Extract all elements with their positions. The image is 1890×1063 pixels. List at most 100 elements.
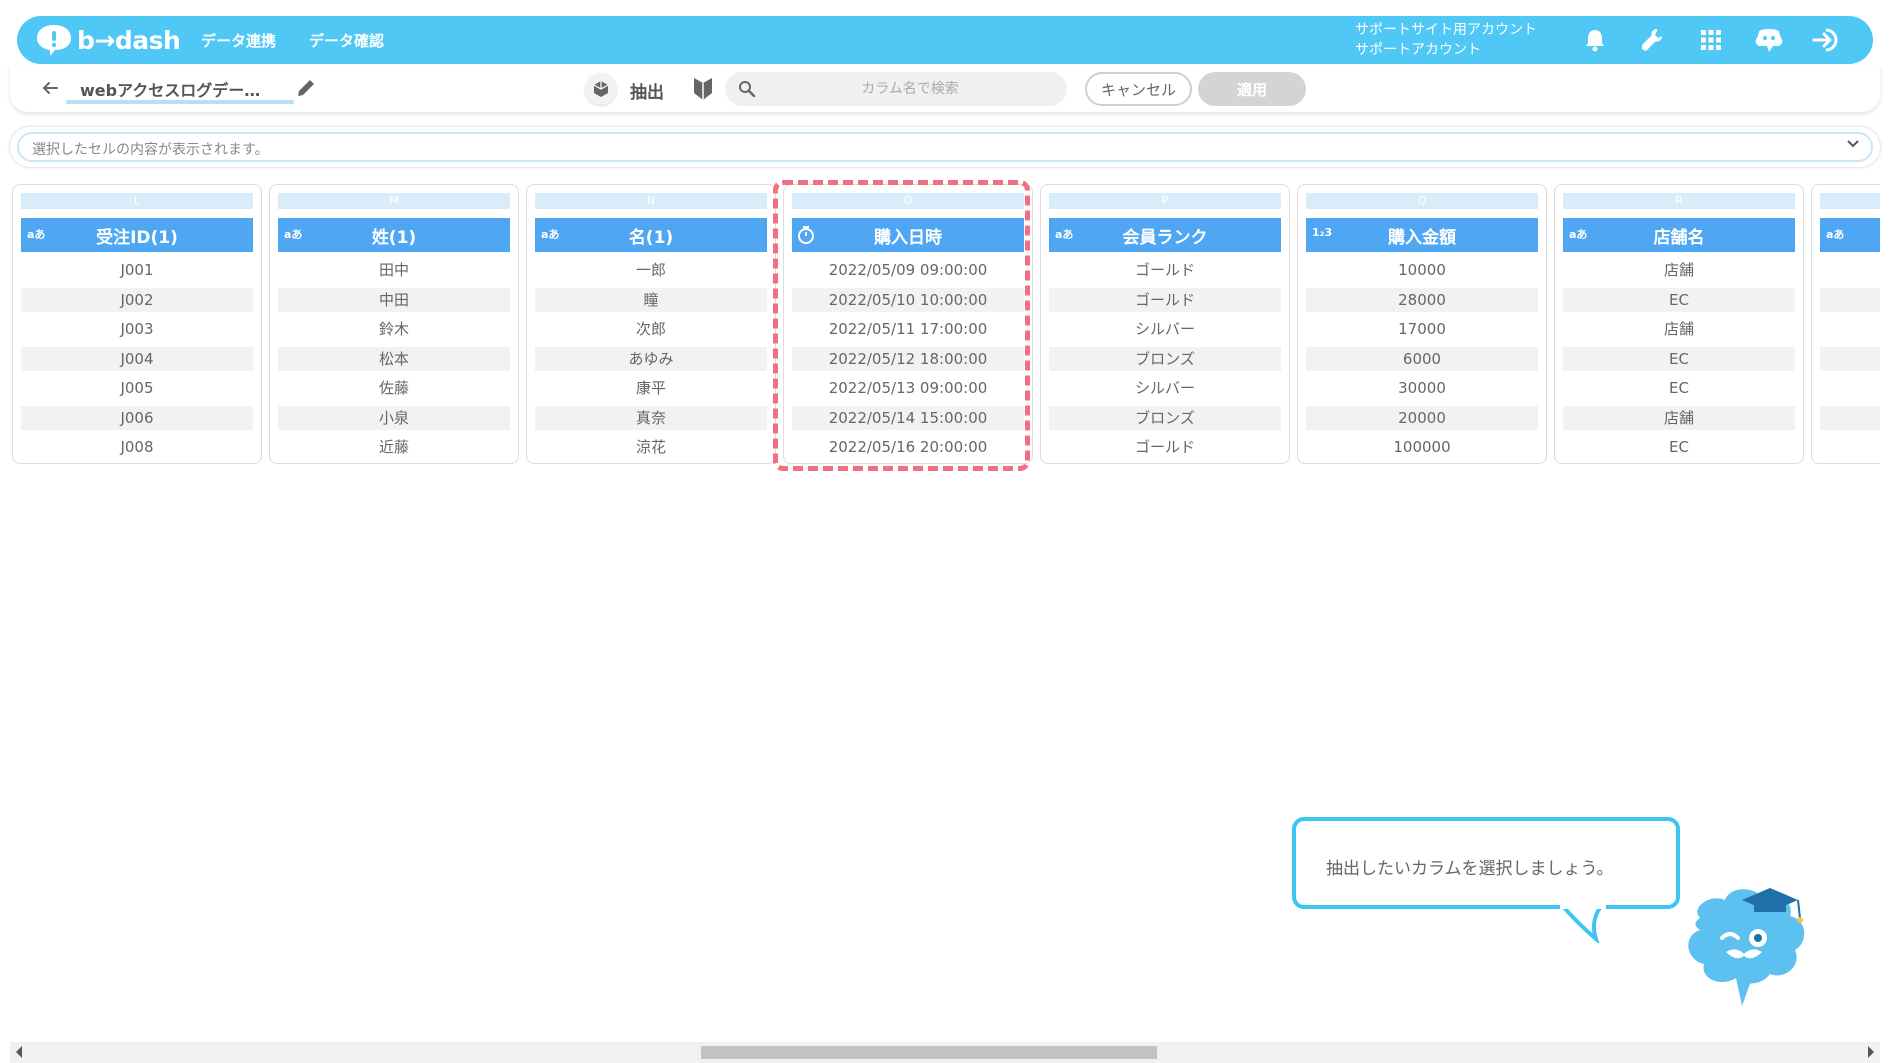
table-cell[interactable]: 2022/05/16 20:00:00	[792, 435, 1024, 459]
table-cell[interactable]: 店舗	[1563, 258, 1795, 282]
table-cell[interactable]: J005	[21, 376, 253, 400]
table-cell[interactable]: シルバー	[1049, 317, 1281, 341]
column-header[interactable]: 1₂3 購入金額	[1306, 218, 1538, 252]
table-cell[interactable]: 一郎	[535, 258, 767, 282]
scroll-thumb[interactable]	[701, 1046, 1157, 1059]
column-cells: ゴールド ゴールド シルバー ブロンズ シルバー ブロンズ ゴールド	[1049, 258, 1281, 464]
table-cell[interactable]: あゆみ	[535, 346, 767, 371]
table-cell[interactable]: 近藤	[278, 435, 510, 459]
table-cell[interactable]: ブロンズ	[1049, 405, 1281, 430]
column-card[interactable]: Raあ 店舗名 店舗 EC 店舗 EC EC 店舗 EC	[1554, 184, 1804, 464]
table-cell[interactable]: 鈴木	[278, 317, 510, 341]
table-cell[interactable]	[1820, 435, 1880, 459]
pencil-edit-icon[interactable]	[294, 76, 318, 100]
bell-icon[interactable]	[1577, 23, 1613, 57]
bdash-logo[interactable]: b→dash	[35, 22, 181, 58]
back-arrow-icon[interactable]	[38, 76, 62, 100]
table-cell[interactable]: 6000	[1306, 346, 1538, 371]
table-cell[interactable]: EC	[1563, 346, 1795, 371]
table-cell[interactable]: 20000	[1306, 405, 1538, 430]
table-cell[interactable]: 17000	[1306, 317, 1538, 341]
account-info[interactable]: サポートサイト用アカウント サポートアカウント	[1355, 20, 1537, 60]
data-name-title[interactable]: webアクセスログデー…	[80, 77, 260, 101]
table-cell[interactable]: 次郎	[535, 317, 767, 341]
table-cell[interactable]: 中田	[278, 287, 510, 312]
table-cell[interactable]: 康平	[535, 376, 767, 400]
table-cell[interactable]: 100000	[1306, 435, 1538, 459]
table-cell[interactable]: J004	[21, 346, 253, 371]
table-cell[interactable]: 真奈	[535, 405, 767, 430]
apps-grid-icon[interactable]	[1693, 23, 1729, 57]
table-cell[interactable]: ブロンズ	[1049, 346, 1281, 371]
column-header[interactable]: aあ 店舗名	[1563, 218, 1795, 252]
table-cell[interactable]	[1820, 287, 1880, 312]
table-cell[interactable]: 佐藤	[278, 376, 510, 400]
column-header[interactable]: aあ 会員ランク	[1049, 218, 1281, 252]
column-header[interactable]: 購入日時	[792, 218, 1024, 252]
nav-data-check[interactable]: データ確認	[309, 30, 384, 51]
wrench-icon[interactable]	[1635, 23, 1671, 57]
table-cell[interactable]: 2022/05/12 18:00:00	[792, 346, 1024, 371]
column-letter: P	[1049, 193, 1281, 209]
table-cell[interactable]: 涼花	[535, 435, 767, 459]
table-cell[interactable]: 2022/05/09 09:00:00	[792, 258, 1024, 282]
column-cells: 店舗 EC 店舗 EC EC 店舗 EC	[1563, 258, 1795, 464]
table-cell[interactable]: 田中	[278, 258, 510, 282]
table-cell[interactable]: J003	[21, 317, 253, 341]
table-cell[interactable]	[1820, 376, 1880, 400]
beginner-guide-icon[interactable]	[690, 75, 716, 103]
column-header[interactable]: aあ	[1820, 218, 1880, 252]
table-cell[interactable]: 30000	[1306, 376, 1538, 400]
table-cell[interactable]: 10000	[1306, 258, 1538, 282]
table-cell[interactable]	[1820, 258, 1880, 282]
table-cell[interactable]: EC	[1563, 435, 1795, 459]
column-card[interactable]: Naあ 名(1) 一郎瞳次郎 あゆみ 康平 真奈 涼花	[526, 184, 776, 464]
column-card[interactable]: Q 1₂3 購入金額 10000 28000 17000 6000 30000 20000 100…	[1297, 184, 1547, 464]
column-cells: 田中中田鈴木松本佐藤小泉近藤	[278, 258, 510, 464]
table-cell[interactable]: 2022/05/13 09:00:00	[792, 376, 1024, 400]
column-card[interactable]: Paあ 会員ランク ゴールド ゴールド シルバー ブロンズ シルバー ブロンズ ゴールド	[1040, 184, 1290, 464]
table-cell[interactable]: 28000	[1306, 287, 1538, 312]
table-cell[interactable]: シルバー	[1049, 376, 1281, 400]
column-card[interactable]: Maあ 姓(1) 田中 中田 鈴木 松本 佐藤 小泉 近藤	[269, 184, 519, 464]
column-search-input[interactable]	[765, 72, 1055, 106]
table-cell[interactable]: 小泉	[278, 405, 510, 430]
apply-button[interactable]: 適用	[1198, 72, 1306, 106]
table-cell[interactable]: 店舗	[1563, 405, 1795, 430]
table-cell[interactable]: J002	[21, 287, 253, 312]
logout-icon[interactable]	[1809, 23, 1845, 57]
table-cell[interactable]: 2022/05/11 17:00:00	[792, 317, 1024, 341]
table-cell[interactable]: 2022/05/10 10:00:00	[792, 287, 1024, 312]
table-cell[interactable]: EC	[1563, 376, 1795, 400]
table-cell[interactable]	[1820, 317, 1880, 341]
column-card[interactable]: O 購入日時 2022/05/09 09:00:00 2022/05/10 10:00…	[783, 184, 1033, 464]
cell-content-bar[interactable]: 選択したセルの内容が表示されます。	[10, 127, 1880, 167]
column-search-box[interactable]	[725, 72, 1067, 106]
table-cell[interactable]: ゴールド	[1049, 287, 1281, 312]
column-header[interactable]: aあ 受注ID(1)	[21, 218, 253, 252]
table-cell[interactable]: ゴールド	[1049, 435, 1281, 459]
nav-data-link[interactable]: データ連携	[201, 30, 276, 51]
chevron-down-icon[interactable]	[1846, 139, 1860, 149]
horizontal-scrollbar[interactable]	[10, 1042, 1880, 1063]
table-cell[interactable]: 松本	[278, 346, 510, 371]
scroll-left-arrow-icon[interactable]	[16, 1046, 22, 1058]
brand-name: b→dash	[77, 25, 181, 55]
table-cell[interactable]: 店舗	[1563, 317, 1795, 341]
table-cell[interactable]: 瞳	[535, 287, 767, 312]
column-header[interactable]: aあ 姓(1)	[278, 218, 510, 252]
column-header[interactable]: aあ 名(1)	[535, 218, 767, 252]
table-cell[interactable]: J008	[21, 435, 253, 459]
table-cell[interactable]	[1820, 346, 1880, 371]
table-cell[interactable]: EC	[1563, 287, 1795, 312]
chat-bot-icon[interactable]	[1751, 23, 1787, 57]
table-cell[interactable]: J006	[21, 405, 253, 430]
table-cell[interactable]: J001	[21, 258, 253, 282]
column-card[interactable]: Laあ 受注ID(1) J001 J002 J003 J004 J005 J006 J008	[12, 184, 262, 464]
table-cell[interactable]	[1820, 405, 1880, 430]
scroll-right-arrow-icon[interactable]	[1868, 1046, 1874, 1058]
table-cell[interactable]: ゴールド	[1049, 258, 1281, 282]
table-cell[interactable]: 2022/05/14 15:00:00	[792, 405, 1024, 430]
cancel-button[interactable]: キャンセル	[1085, 72, 1192, 106]
column-card[interactable]: aあ	[1811, 184, 1880, 464]
